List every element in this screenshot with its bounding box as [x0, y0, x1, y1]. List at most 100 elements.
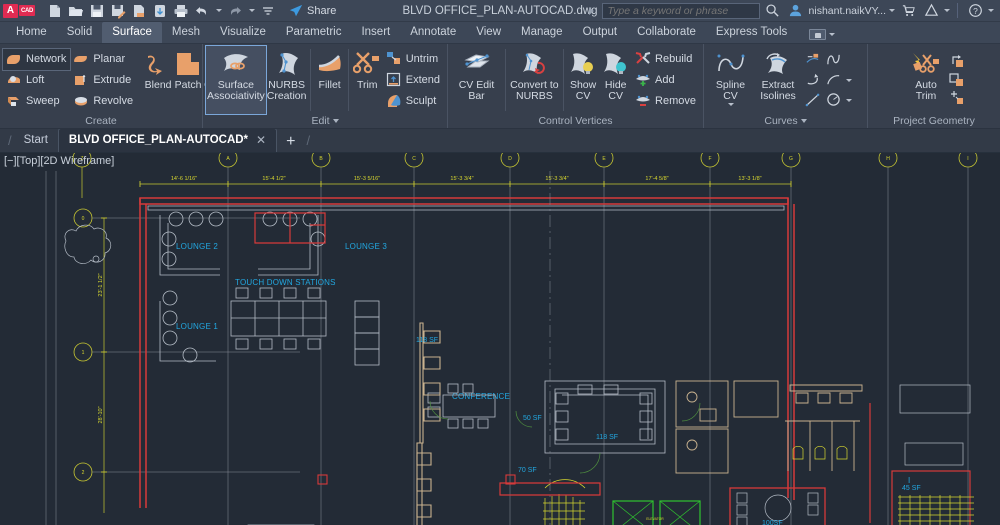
tab-mesh[interactable]: Mesh: [162, 22, 210, 43]
extend-button[interactable]: Extend: [383, 70, 444, 91]
tab-express-tools[interactable]: Express Tools: [706, 22, 797, 43]
loft-button[interactable]: Loft: [3, 70, 70, 91]
hide-cv-button[interactable]: Hide CV: [599, 46, 632, 114]
surface-curve-project-icon[interactable]: [805, 52, 821, 68]
tab-surface[interactable]: Surface: [102, 22, 162, 43]
remove-cv-button[interactable]: Remove: [632, 91, 700, 112]
tab-output[interactable]: Output: [573, 22, 628, 43]
close-icon[interactable]: ✕: [256, 133, 266, 148]
tab-visualize[interactable]: Visualize: [210, 22, 276, 43]
extract-isolines-button[interactable]: Extract Isolines: [754, 46, 802, 114]
convert-to-nurbs-button[interactable]: Convert to NURBS: [509, 46, 560, 114]
curve-tools-grid: [802, 50, 853, 110]
autodesk-logo-icon[interactable]: [921, 1, 941, 21]
trim-button[interactable]: Trim: [352, 46, 383, 114]
share-button[interactable]: Share: [285, 2, 340, 20]
workspace-switcher[interactable]: [809, 29, 835, 43]
panel-curves-title[interactable]: Curves: [704, 114, 867, 128]
tab-solid[interactable]: Solid: [57, 22, 103, 43]
autodesk-app-store-icon[interactable]: [898, 1, 918, 21]
tab-collaborate[interactable]: Collaborate: [627, 22, 706, 43]
tab-view[interactable]: View: [466, 22, 511, 43]
new-tab-icon[interactable]: +: [277, 134, 304, 152]
panel-curves-expand-icon[interactable]: [801, 119, 807, 123]
panel-edit-title[interactable]: Edit: [203, 114, 447, 128]
tab-parametric[interactable]: Parametric: [276, 22, 352, 43]
auto-trim-button[interactable]: Auto Trim: [903, 46, 949, 114]
undo-dropdown-icon[interactable]: [213, 1, 224, 21]
redo-icon[interactable]: [225, 1, 245, 21]
add-cv-button[interactable]: Add: [632, 70, 700, 91]
customize-qat-icon[interactable]: [258, 1, 278, 21]
user-menu-chevron-icon[interactable]: [889, 9, 895, 12]
revolve-label: Revolve: [93, 95, 133, 107]
cv-edit-bar-button[interactable]: CV Edit Bar: [451, 46, 502, 114]
expand-search-icon[interactable]: [589, 7, 594, 15]
save-as-icon[interactable]: [108, 1, 128, 21]
svg-text:I: I: [967, 156, 968, 162]
workspace-chevron-icon[interactable]: [829, 33, 835, 36]
spline-fit-icon[interactable]: [805, 72, 821, 88]
drawing-canvas[interactable]: [−][Top][2D Wireframe] Z A B C D E F G H…: [0, 153, 1000, 525]
circle-icon[interactable]: [826, 92, 842, 108]
tab-blvd-office-plan[interactable]: BLVD OFFICE_PLAN-AUTOCAD* ✕: [58, 128, 277, 152]
spline-cv-button[interactable]: Spline CV: [707, 46, 754, 114]
dim-top-2: 15'-4 1/2": [262, 176, 285, 182]
surface-associativity-button[interactable]: Surface Associativity: [206, 46, 266, 114]
autodesk-menu-chevron-icon[interactable]: [944, 9, 950, 12]
planar-surface-button[interactable]: Planar: [70, 49, 137, 70]
sweep-icon: [6, 93, 22, 109]
untrim-button[interactable]: Untrim: [383, 49, 444, 70]
tab-insert[interactable]: Insert: [351, 22, 400, 43]
project-to-2-points-icon[interactable]: [949, 90, 965, 106]
tab-manage[interactable]: Manage: [511, 22, 573, 43]
blend-surface-button[interactable]: Blend: [143, 46, 173, 114]
sweep-button[interactable]: Sweep: [3, 91, 70, 112]
panel-edit-expand-icon[interactable]: [333, 119, 339, 123]
user-avatar-icon[interactable]: [786, 1, 806, 21]
redo-dropdown-icon[interactable]: [246, 1, 257, 21]
sculpt-button[interactable]: Sculpt: [383, 91, 444, 112]
fillet-button[interactable]: Fillet: [314, 46, 345, 114]
spline-cv-label: Spline CV: [708, 80, 753, 102]
search-icon[interactable]: [763, 1, 783, 21]
open-icon[interactable]: [66, 1, 86, 21]
show-cv-button[interactable]: Show CV: [567, 46, 600, 114]
dim-top-5: 15'-3 3/4": [545, 176, 568, 182]
network-surface-icon: [6, 51, 22, 67]
panel-edit: Surface Associativity NURBS Creation Fil…: [203, 44, 448, 128]
tab-annotate[interactable]: Annotate: [400, 22, 466, 43]
rebuild-button[interactable]: Rebuild: [632, 49, 700, 70]
circle-dropdown-icon[interactable]: [846, 99, 852, 102]
search-input[interactable]: [602, 3, 760, 19]
revolve-button[interactable]: Revolve: [70, 91, 137, 112]
project-to-ucs-icon[interactable]: [949, 54, 965, 70]
tab-start[interactable]: Start: [14, 129, 58, 152]
cloud-sync-icon[interactable]: [150, 1, 170, 21]
help-menu-chevron-icon[interactable]: [988, 9, 994, 12]
convert-to-nurbs-label: Convert to NURBS: [510, 80, 559, 102]
undo-icon[interactable]: [192, 1, 212, 21]
user-name-label[interactable]: nishant.naikVY...: [809, 5, 886, 17]
viewport-controls[interactable]: [−][Top][2D Wireframe]: [4, 155, 114, 167]
patch-surface-button[interactable]: Patch: [173, 46, 203, 114]
panel-curves: Spline CV Extract Isolines: [704, 44, 868, 128]
nurbs-creation-button[interactable]: NURBS Creation: [266, 46, 308, 114]
new-icon[interactable]: [45, 1, 65, 21]
line-icon[interactable]: [805, 92, 821, 108]
print-icon[interactable]: [171, 1, 191, 21]
tab-home[interactable]: Home: [6, 22, 57, 43]
add-cv-icon: [635, 72, 651, 88]
help-icon[interactable]: ?: [965, 1, 985, 21]
autocad-logo[interactable]: A CAD: [3, 3, 37, 18]
arc-dropdown-icon[interactable]: [846, 79, 852, 82]
export-icon[interactable]: [129, 1, 149, 21]
arc-icon[interactable]: [826, 72, 842, 88]
network-surface-button[interactable]: Network: [3, 49, 70, 70]
dim-top-3: 15'-3 5/16": [354, 176, 380, 182]
spline-cv-dropdown-icon[interactable]: [728, 103, 734, 106]
extrude-button[interactable]: Extrude: [70, 70, 137, 91]
spline-icon[interactable]: [826, 52, 842, 68]
project-to-view-icon[interactable]: [949, 72, 965, 88]
save-icon[interactable]: [87, 1, 107, 21]
